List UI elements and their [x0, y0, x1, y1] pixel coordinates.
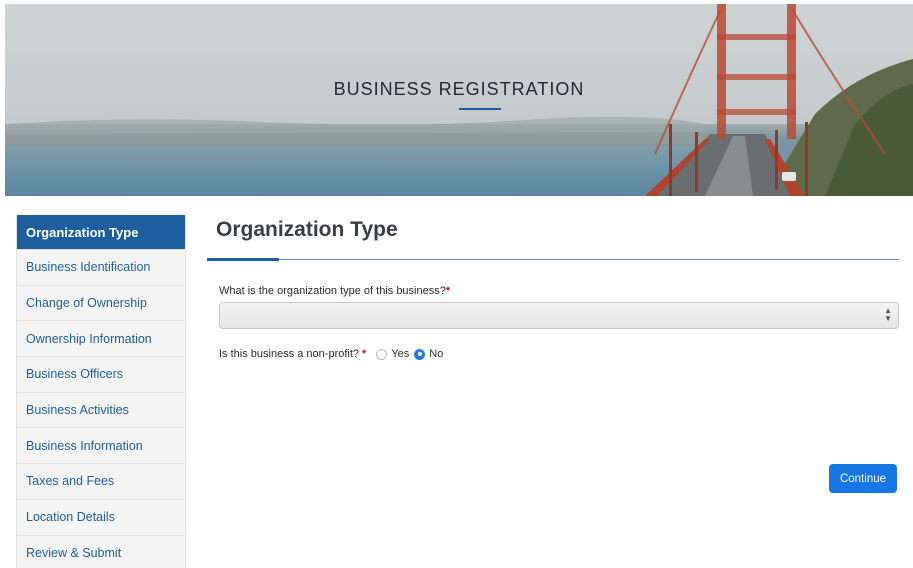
nonprofit-no-radio[interactable]: [414, 348, 426, 360]
title-divider: [207, 258, 899, 261]
sidebar-item-business-information[interactable]: Business Information: [17, 428, 185, 465]
sidebar-item-organization-type[interactable]: Organization Type: [17, 215, 185, 250]
sidebar-item-business-activities[interactable]: Business Activities: [17, 392, 185, 429]
hero-banner: BUSINESS REGISTRATION: [5, 4, 913, 196]
sidebar-item-business-officers[interactable]: Business Officers: [17, 357, 185, 393]
org-type-question: What is the organization type of this bu…: [219, 285, 450, 297]
title-divider-accent: [207, 258, 279, 261]
sidebar-item-ownership-information[interactable]: Ownership Information: [17, 321, 185, 358]
required-marker: *: [445, 285, 451, 297]
hero-title: BUSINESS REGISTRATION: [333, 79, 585, 99]
page: BUSINESS REGISTRATION Organization Type …: [0, 0, 913, 568]
sidebar-nav: Organization Type Business Identificatio…: [16, 215, 186, 568]
sidebar-item-change-of-ownership[interactable]: Change of Ownership: [17, 285, 185, 322]
org-type-question-label: What is the organization type of this bu…: [219, 285, 446, 297]
sidebar-item-location-details[interactable]: Location Details: [17, 499, 185, 536]
golden-gate-bridge-image: [5, 4, 913, 196]
sidebar-item-taxes-and-fees[interactable]: Taxes and Fees: [17, 464, 185, 500]
sidebar-item-review-submit[interactable]: Review & Submit: [17, 535, 185, 568]
nonprofit-question: Is this business a non-profit? * Yes No: [219, 348, 443, 360]
hero-title-underline: [459, 108, 501, 110]
page-title: Organization Type: [216, 218, 398, 241]
nonprofit-no-label[interactable]: No: [429, 348, 443, 360]
nonprofit-yes-radio[interactable]: [376, 348, 388, 360]
required-marker: *: [362, 348, 367, 360]
org-type-select[interactable]: ▲ ▼: [219, 302, 899, 329]
nonprofit-question-label: Is this business a non-profit?: [219, 348, 360, 360]
sidebar-item-business-identification[interactable]: Business Identification: [17, 250, 185, 286]
nonprofit-yes-label[interactable]: Yes: [391, 348, 409, 360]
select-arrows-icon: ▲ ▼: [884, 306, 892, 323]
continue-button[interactable]: Continue: [829, 464, 897, 493]
main-content: Organization Type What is the organizati…: [207, 215, 899, 493]
